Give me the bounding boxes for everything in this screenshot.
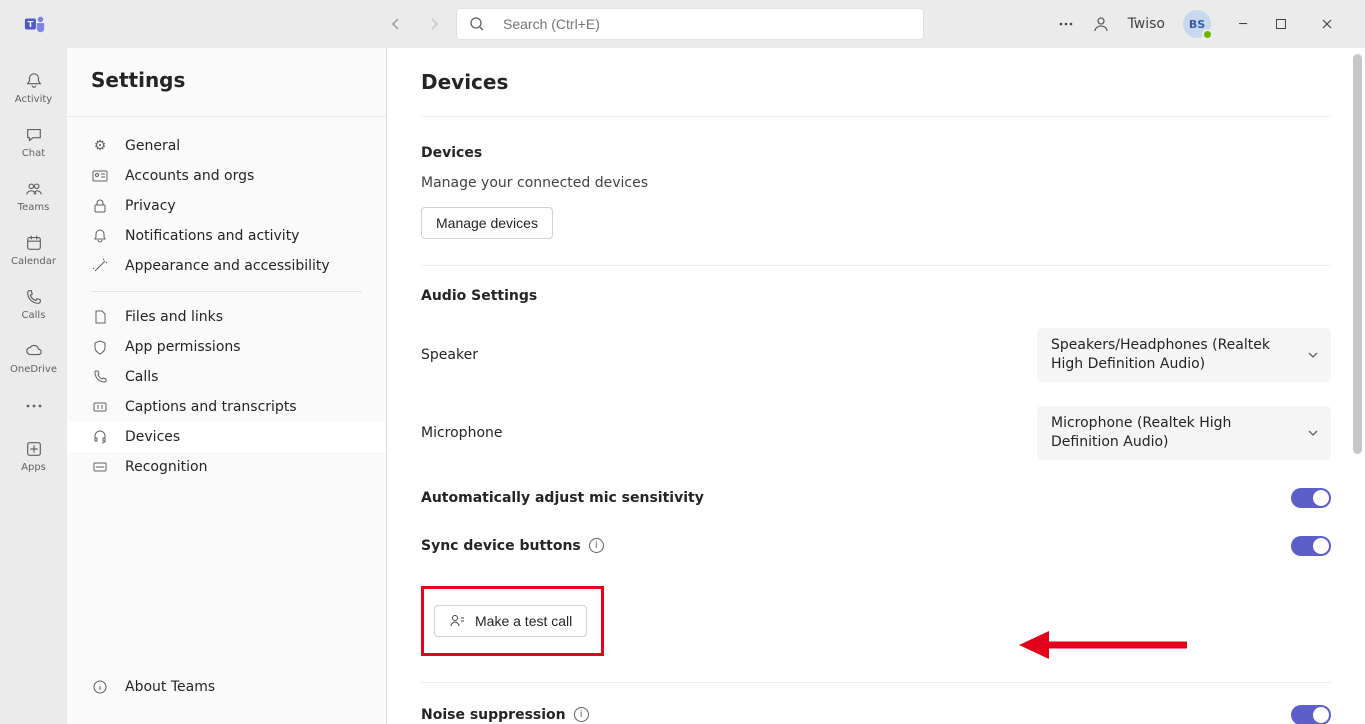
phone-icon — [25, 286, 43, 308]
calendar-icon — [25, 232, 43, 254]
close-button[interactable] — [1321, 18, 1349, 30]
teams-icon — [25, 178, 43, 200]
info-icon — [91, 679, 109, 695]
noise-suppression-label: Noise suppression i — [421, 707, 589, 723]
bell-icon — [91, 228, 109, 244]
speaker-select[interactable]: Speakers/Headphones (Realtek High Defini… — [1037, 328, 1331, 382]
info-icon[interactable]: i — [574, 707, 589, 722]
avatar[interactable]: BS — [1183, 10, 1211, 38]
rail-teams[interactable]: Teams — [3, 170, 65, 220]
rail-onedrive[interactable]: OneDrive — [3, 332, 65, 382]
svg-text:T: T — [28, 19, 34, 29]
apps-icon — [25, 438, 43, 460]
chevron-down-icon — [1307, 427, 1319, 439]
settings-sidebar: Settings ⚙General Accounts and orgs Priv… — [67, 48, 387, 724]
lock-icon — [91, 198, 109, 214]
section-audio-heading: Audio Settings — [421, 288, 1331, 304]
content-area: Devices Devices Manage your connected de… — [387, 48, 1365, 724]
settings-item-privacy[interactable]: Privacy — [67, 191, 386, 221]
manage-devices-desc: Manage your connected devices — [421, 175, 1331, 191]
minimize-button[interactable]: ─ — [1229, 17, 1257, 32]
noise-suppression-toggle[interactable] — [1291, 705, 1331, 724]
settings-item-accounts[interactable]: Accounts and orgs — [67, 161, 386, 191]
test-call-icon — [449, 613, 465, 629]
rail-calls[interactable]: Calls — [3, 278, 65, 328]
forward-button[interactable] — [422, 14, 446, 34]
microphone-row: Microphone Microphone (Realtek High Defi… — [421, 406, 1331, 460]
sync-buttons-row: Sync device buttons i — [421, 536, 1331, 556]
chevron-down-icon — [1307, 349, 1319, 361]
people-icon[interactable] — [1092, 15, 1110, 33]
sync-buttons-toggle[interactable] — [1291, 536, 1331, 556]
settings-title: Settings — [67, 68, 386, 117]
rail-activity[interactable]: Activity — [3, 62, 65, 112]
headset-icon — [91, 429, 109, 445]
more-icon[interactable] — [1058, 16, 1074, 32]
settings-item-recognition[interactable]: Recognition — [67, 452, 386, 482]
nav-arrows — [384, 14, 446, 34]
user-name: Twiso — [1128, 16, 1165, 32]
file-icon — [91, 309, 109, 325]
phone-icon — [91, 369, 109, 385]
settings-item-calls[interactable]: Calls — [67, 362, 386, 392]
make-test-call-button[interactable]: Make a test call — [434, 605, 587, 637]
auto-mic-label: Automatically adjust mic sensitivity — [421, 490, 704, 506]
settings-item-appearance[interactable]: Appearance and accessibility — [67, 251, 386, 281]
presence-available-icon — [1202, 29, 1213, 40]
id-card-icon — [91, 168, 109, 184]
settings-item-notifications[interactable]: Notifications and activity — [67, 221, 386, 251]
settings-item-captions[interactable]: Captions and transcripts — [67, 392, 386, 422]
teams-logo: T — [6, 13, 64, 35]
search-icon — [469, 16, 485, 32]
search-box[interactable] — [456, 8, 924, 40]
page-title: Devices — [421, 70, 1331, 117]
bell-icon — [25, 70, 43, 92]
section-devices-heading: Devices — [421, 145, 1331, 161]
recognition-icon — [91, 459, 109, 475]
titlebar: T Twiso BS ─ — [0, 0, 1365, 48]
gear-icon: ⚙ — [91, 138, 109, 154]
divider — [421, 682, 1331, 683]
captions-icon — [91, 399, 109, 415]
settings-item-permissions[interactable]: App permissions — [67, 332, 386, 362]
speaker-row: Speaker Speakers/Headphones (Realtek Hig… — [421, 328, 1331, 382]
auto-mic-toggle[interactable] — [1291, 488, 1331, 508]
speaker-label: Speaker — [421, 347, 478, 363]
rail-apps[interactable]: Apps — [3, 430, 65, 480]
about-teams[interactable]: About Teams — [91, 672, 362, 702]
info-icon[interactable]: i — [589, 538, 604, 553]
microphone-label: Microphone — [421, 425, 503, 441]
microphone-select[interactable]: Microphone (Realtek High Definition Audi… — [1037, 406, 1331, 460]
settings-item-devices[interactable]: Devices — [67, 422, 386, 452]
app-rail: Activity Chat Teams Calendar Calls OneDr… — [0, 48, 67, 724]
back-button[interactable] — [384, 14, 408, 34]
annotation-highlight: Make a test call — [421, 586, 604, 656]
rail-calendar[interactable]: Calendar — [3, 224, 65, 274]
manage-devices-button[interactable]: Manage devices — [421, 207, 553, 239]
noise-suppression-row: Noise suppression i — [421, 705, 1331, 724]
auto-mic-row: Automatically adjust mic sensitivity — [421, 488, 1331, 508]
sync-buttons-label: Sync device buttons i — [421, 538, 604, 554]
chat-icon — [25, 124, 43, 146]
scrollbar[interactable] — [1353, 54, 1362, 454]
cloud-icon — [25, 340, 43, 362]
ellipsis-icon — [25, 395, 43, 417]
rail-chat[interactable]: Chat — [3, 116, 65, 166]
settings-item-general[interactable]: ⚙General — [67, 131, 386, 161]
shield-icon — [91, 339, 109, 355]
search-input[interactable] — [503, 16, 911, 32]
wand-icon — [91, 258, 109, 274]
settings-item-files[interactable]: Files and links — [67, 302, 386, 332]
divider — [421, 265, 1331, 266]
maximize-button[interactable] — [1275, 18, 1303, 30]
rail-more[interactable] — [3, 386, 65, 426]
